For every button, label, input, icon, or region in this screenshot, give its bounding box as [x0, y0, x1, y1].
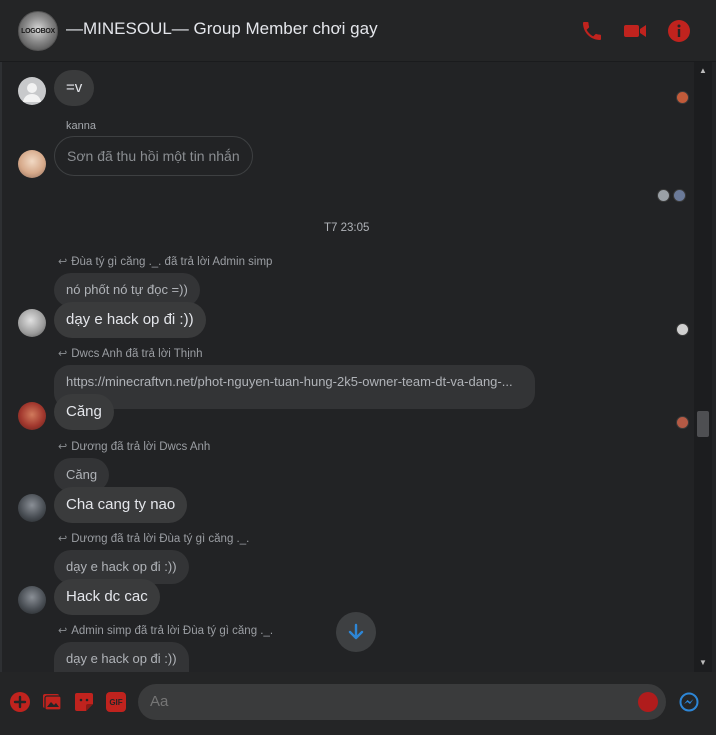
- seen-avatar: [676, 323, 689, 336]
- seen-avatar: [676, 416, 689, 429]
- message-input-container[interactable]: [138, 684, 666, 720]
- sender-name: kanna: [66, 120, 96, 132]
- messenger-icon[interactable]: [679, 692, 699, 712]
- sticker-icon[interactable]: [74, 692, 94, 712]
- scroll-down-arrow-icon[interactable]: ▼: [699, 658, 707, 667]
- add-icon[interactable]: [10, 692, 30, 712]
- image-icon[interactable]: [42, 692, 62, 712]
- reply-label-text: Dương đã trả lời Dwcs Anh: [71, 441, 211, 453]
- arrow-down-icon: [348, 623, 364, 640]
- reply-arrow-icon: ↩: [58, 533, 68, 545]
- phone-icon[interactable]: [580, 19, 604, 43]
- reply-arrow-icon: ↩: [58, 256, 68, 268]
- reply-label-text: Đùa tý gì căng ._. đã trả lời Admin simp: [71, 256, 273, 268]
- reply-label: ↩ Dương đã trả lời Đùa tý gì căng ._.: [58, 532, 249, 545]
- reply-label: ↩ Đùa tý gì căng ._. đã trả lời Admin sim…: [58, 255, 272, 268]
- group-title[interactable]: —MINESOUL— Group Member chơi gay: [66, 19, 378, 39]
- group-avatar[interactable]: LOGOBOX: [18, 11, 58, 51]
- sender-avatar[interactable]: [18, 309, 46, 337]
- sender-avatar[interactable]: [18, 402, 46, 430]
- default-user-icon: [23, 83, 41, 102]
- chat-header: LOGOBOX —MINESOUL— Group Member chơi gay: [0, 0, 716, 62]
- scroll-to-bottom-button[interactable]: [336, 612, 376, 652]
- sender-avatar[interactable]: [18, 586, 46, 614]
- video-call-icon[interactable]: [623, 19, 647, 43]
- message-bubble[interactable]: Hack dc cac: [54, 579, 160, 615]
- seen-avatar: [657, 189, 670, 202]
- message-bubble[interactable]: dạy e hack op đi :)): [54, 302, 206, 338]
- seen-avatar: [673, 189, 686, 202]
- reply-label-text: Admin simp đã trả lời Đùa tý gì căng ._.: [71, 625, 274, 637]
- timestamp: T7 23:05: [324, 222, 370, 234]
- quoted-link-message[interactable]: https://minecraftvn.net/phot-nguyen-tuan…: [54, 365, 535, 409]
- scrollbar-track[interactable]: [694, 62, 712, 672]
- group-avatar-text: LOGOBOX: [21, 27, 55, 35]
- message-bubble[interactable]: =v: [54, 70, 95, 106]
- message-bubble[interactable]: Cha cang ty nao: [54, 487, 188, 523]
- message-input[interactable]: [150, 684, 620, 720]
- message-bubble[interactable]: Căng: [54, 394, 114, 430]
- sender-avatar[interactable]: [18, 150, 46, 178]
- reply-arrow-icon: ↩: [58, 441, 68, 453]
- reply-label: ↩ Dương đã trả lời Dwcs Anh: [58, 440, 210, 453]
- reply-arrow-icon: ↩: [58, 348, 68, 360]
- reply-label-text: Dương đã trả lời Đùa tý gì căng ._.: [71, 533, 250, 545]
- reply-label: ↩ Dwcs Anh đã trả lời Thịnh: [58, 347, 203, 360]
- gif-icon[interactable]: GIF: [106, 692, 126, 712]
- unsent-message-notice: Sơn đã thu hồi một tin nhắn: [54, 136, 253, 176]
- reply-label-text: Dwcs Anh đã trả lời Thịnh: [71, 348, 203, 360]
- reply-label: ↩ Admin simp đã trả lời Đùa tý gì căng ._…: [58, 624, 273, 637]
- sender-avatar[interactable]: [18, 77, 46, 105]
- scroll-up-arrow-icon[interactable]: ▲: [699, 66, 707, 75]
- reply-arrow-icon: ↩: [58, 625, 68, 637]
- seen-avatar: [676, 91, 689, 104]
- info-icon[interactable]: [667, 19, 691, 43]
- emoji-icon[interactable]: [638, 692, 658, 712]
- gif-icon-label: GIF: [109, 697, 123, 707]
- panel-border: [0, 62, 2, 672]
- quoted-message[interactable]: dạy e hack op đi :)): [54, 642, 189, 672]
- scrollbar-thumb[interactable]: [697, 411, 709, 437]
- sender-avatar[interactable]: [18, 494, 46, 522]
